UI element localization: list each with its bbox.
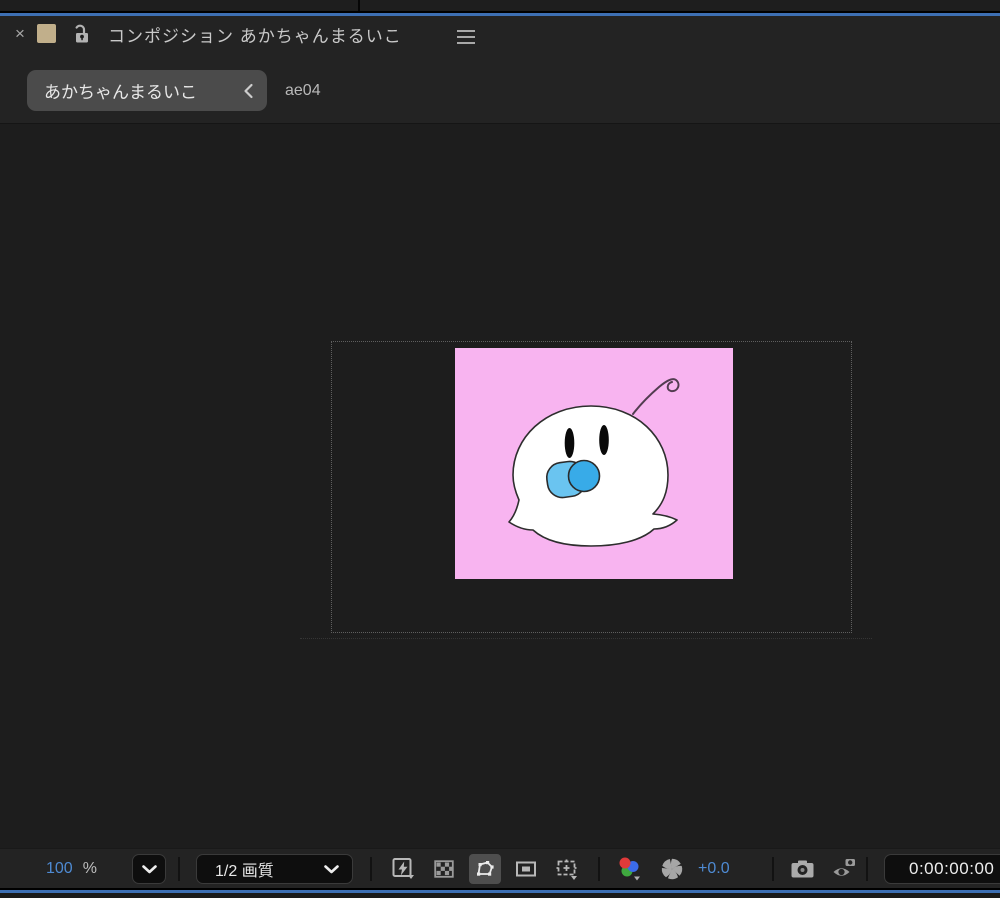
timecode-value: 0:00:00:00 bbox=[909, 859, 995, 878]
region-of-interest-button[interactable] bbox=[510, 854, 542, 884]
aperture-icon bbox=[661, 858, 683, 880]
comp-boundary-line bbox=[300, 638, 872, 639]
breadcrumb-current-comp[interactable]: あかちゃんまるいこ bbox=[27, 70, 267, 111]
mask-shape-icon bbox=[477, 861, 494, 876]
panel-header: × コンポジション あかちゃんまるいこ あかちゃんまるいこ ae04 bbox=[0, 16, 1000, 123]
panel-color-swatch bbox=[37, 24, 56, 43]
baby-ghost-character bbox=[508, 378, 680, 547]
checkerboard-icon bbox=[434, 860, 454, 878]
take-snapshot-button[interactable] bbox=[786, 854, 818, 884]
camera-icon bbox=[791, 860, 813, 878]
lightning-icon bbox=[392, 858, 414, 879]
exposure-number[interactable]: +0.0 bbox=[698, 860, 730, 878]
show-snapshot-button[interactable] bbox=[828, 854, 860, 884]
composition-viewer[interactable] bbox=[0, 123, 1000, 848]
exposure-value[interactable]: +0.0 bbox=[698, 849, 730, 889]
toolbar-separator bbox=[178, 857, 180, 881]
transparency-grid-button[interactable] bbox=[428, 854, 460, 884]
panel-divider bbox=[358, 0, 360, 11]
chevron-down-icon bbox=[324, 864, 339, 873]
resolution-dropdown[interactable]: 1/2 画質 bbox=[196, 854, 353, 884]
viewer-toolbar: 100 % 1/2 画質 +0.0 0:00:00:00 bbox=[0, 848, 1000, 888]
magnification-unit: % bbox=[82, 860, 97, 877]
composition-frame bbox=[455, 348, 733, 579]
fast-previews-button[interactable] bbox=[387, 854, 419, 884]
magnification-number[interactable]: 100 bbox=[46, 860, 73, 878]
current-time-display[interactable]: 0:00:00:00 bbox=[884, 854, 1000, 884]
breadcrumb-parent-comp[interactable]: ae04 bbox=[285, 70, 321, 111]
lock-open-icon[interactable] bbox=[71, 23, 91, 45]
close-icon[interactable]: × bbox=[10, 22, 30, 46]
lower-panel-edge bbox=[0, 893, 1000, 898]
breadcrumb-label: あかちゃんまるいこ bbox=[44, 83, 197, 102]
panel-tab-title[interactable]: コンポジション あかちゃんまるいこ bbox=[108, 24, 402, 50]
grid-guides-options-button[interactable] bbox=[551, 854, 583, 884]
exposure-button[interactable] bbox=[656, 854, 688, 884]
channels-color-button[interactable] bbox=[614, 854, 646, 884]
mask-path-visibility-button[interactable] bbox=[469, 854, 501, 884]
toolbar-separator bbox=[772, 857, 774, 881]
grid-guides-icon bbox=[556, 859, 577, 880]
magnification-dropdown[interactable] bbox=[132, 854, 166, 884]
chevron-down-icon bbox=[141, 864, 157, 873]
panel-menu-icon[interactable] bbox=[455, 29, 477, 45]
composition-panel: × コンポジション あかちゃんまるいこ あかちゃんまるいこ ae04 100 %… bbox=[0, 0, 1000, 898]
toolbar-separator bbox=[598, 857, 600, 881]
chevron-left-icon bbox=[243, 83, 254, 99]
resolution-label: 1/2 画質 bbox=[215, 863, 274, 880]
region-of-interest-icon bbox=[516, 861, 536, 877]
toolbar-separator bbox=[866, 857, 868, 881]
magnification-value[interactable]: 100 % bbox=[46, 849, 97, 889]
toolbar-separator bbox=[370, 857, 372, 881]
upper-panel-edge bbox=[0, 0, 1000, 11]
eye-camera-icon bbox=[833, 859, 855, 876]
rgb-channels-icon bbox=[619, 857, 640, 881]
